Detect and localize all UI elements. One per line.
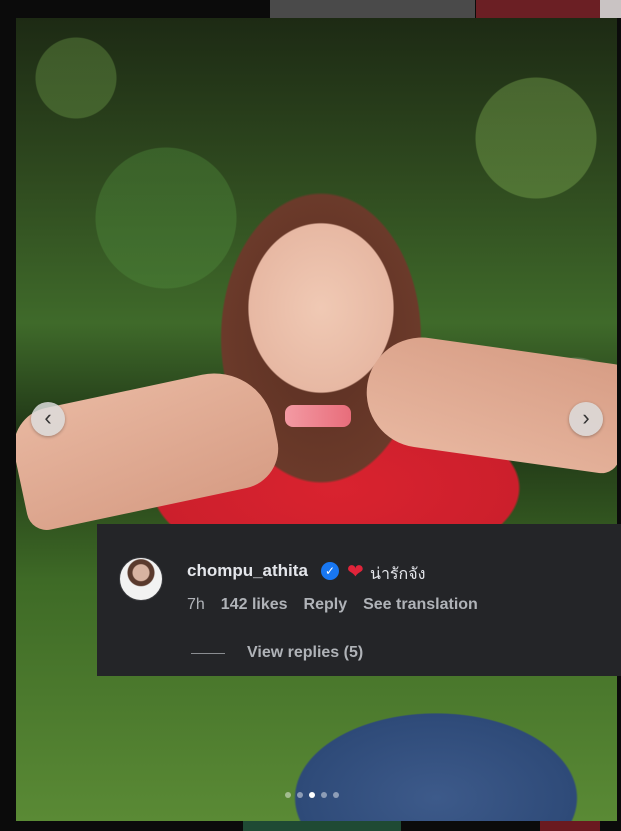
carousel-dot[interactable] [333,792,339,798]
left-edge [0,18,16,821]
reply-button[interactable]: Reply [304,596,348,614]
carousel-dot-active[interactable] [309,792,315,798]
top-bar [0,0,621,18]
verified-badge-icon: ✓ [321,562,339,580]
comment-likes[interactable]: 142 likes [221,596,288,614]
post-photo [16,18,617,821]
carousel-dots [285,792,339,798]
bottom-bar-segment [540,821,600,831]
right-edge [617,18,621,821]
red-heart-icon: ❤ [347,561,364,583]
comment-text: น่ารักจัง [370,566,426,583]
view-replies-button[interactable]: View replies (5) [247,644,363,662]
top-bar-segment [270,0,475,18]
carousel-dot[interactable] [321,792,327,798]
bottom-bar [0,821,621,831]
comment-author[interactable]: chompu_athita [187,561,308,581]
carousel-dot[interactable] [297,792,303,798]
carousel-prev-button[interactable]: ‹ [31,402,65,436]
top-bar-segment [600,0,621,18]
chevron-right-icon: › [582,405,590,430]
avatar[interactable] [119,557,163,601]
lipstick-product [285,405,351,427]
chevron-left-icon: ‹ [44,405,52,430]
see-translation-button[interactable]: See translation [363,596,478,614]
carousel-next-button[interactable]: › [569,402,603,436]
replies-divider [191,653,225,654]
comment-time[interactable]: 7h [187,596,205,614]
comment-meta: 7h 142 likes Reply See translation [187,596,478,614]
carousel-dot[interactable] [285,792,291,798]
comment-panel: chompu_athita ✓ ❤ น่ารักจัง 7h 142 likes… [97,524,621,676]
bottom-bar-segment [243,821,401,831]
